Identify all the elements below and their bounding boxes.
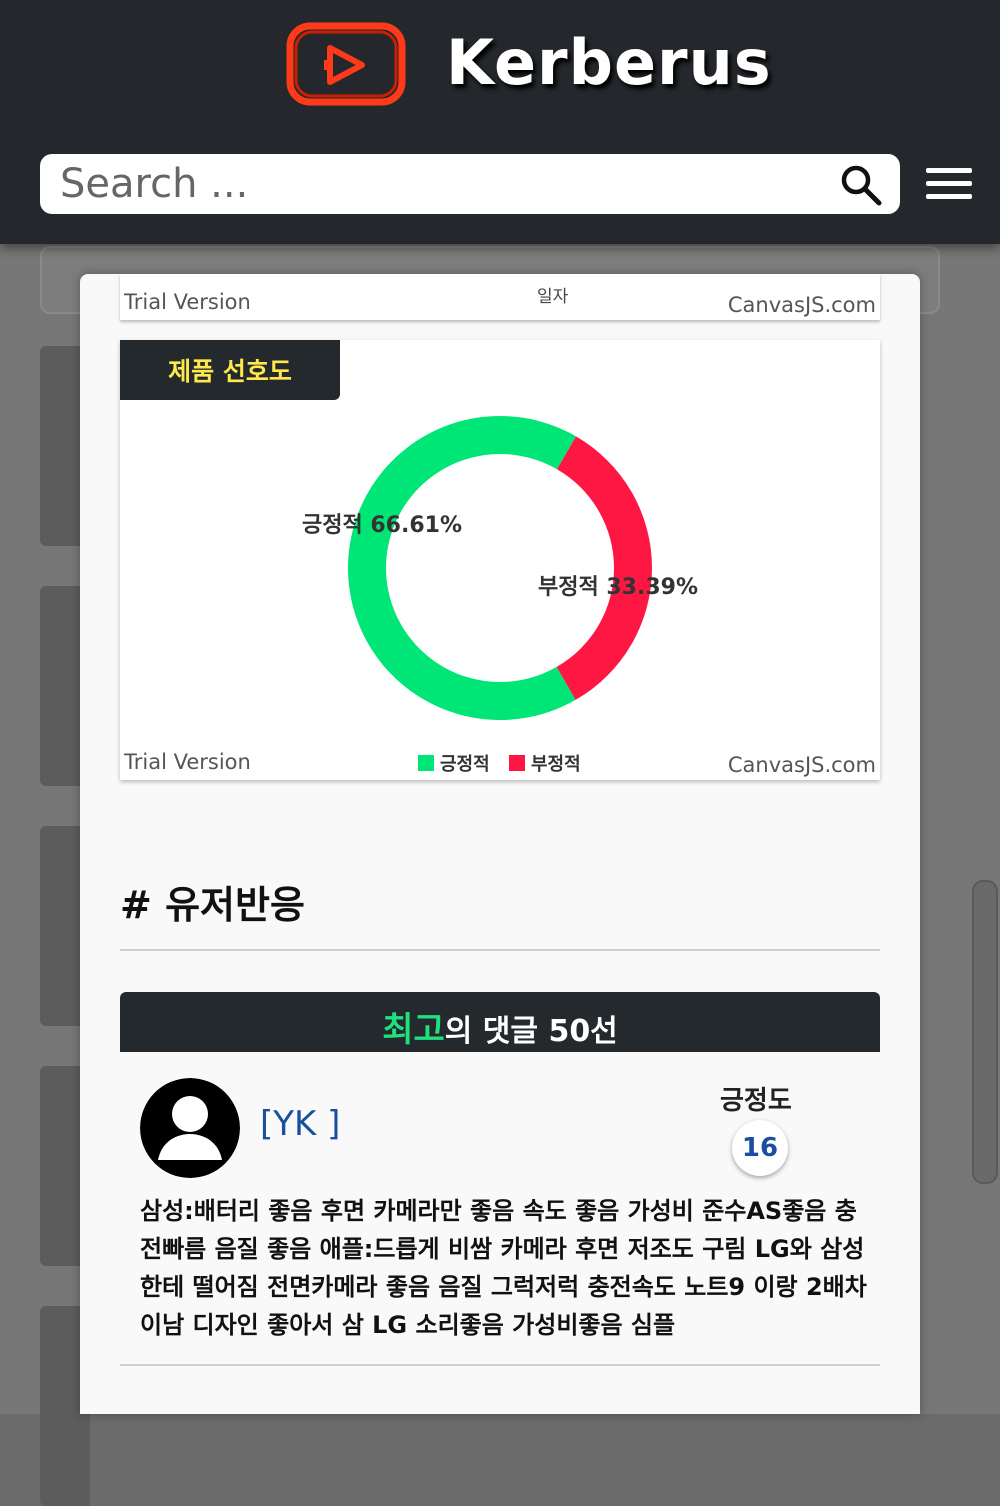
comment-username[interactable]: [YK ]: [260, 1104, 340, 1144]
chart-title: 제품 선호도: [120, 340, 340, 400]
positivity-score-badge: 16: [732, 1120, 788, 1176]
section-divider: [120, 949, 880, 951]
trend-chart-footer: 일자 Trial Version CanvasJS.com: [120, 274, 880, 320]
search-icon[interactable]: [840, 164, 882, 206]
trial-version-label: Trial Version: [124, 750, 251, 774]
slice-positive[interactable]: [348, 415, 576, 720]
product-detail-panel: 일자 Trial Version CanvasJS.com 긍정적 66.61%…: [80, 274, 920, 1414]
section-title: # 유저반응: [120, 883, 305, 927]
doughnut-chart[interactable]: 긍정적 66.61% 부정적 33.39%: [120, 340, 880, 740]
slice-negative[interactable]: [556, 436, 652, 700]
search-input[interactable]: [60, 158, 820, 210]
avatar: [140, 1078, 240, 1178]
legend-label: 부정적: [531, 754, 581, 775]
brand-logo-icon[interactable]: [286, 20, 406, 108]
user-avatar-icon: [140, 1078, 240, 1178]
hamburger-menu-icon[interactable]: [926, 166, 974, 202]
legend-swatch-positive: [418, 755, 434, 771]
comment-text: 삼성:배터리 좋음 후면 카메라만 좋음 속도 좋음 가성비 준수AS좋음 충전…: [140, 1197, 867, 1339]
trial-version-label: Trial Version: [124, 290, 251, 314]
slice-label-negative: 부정적 33.39%: [538, 575, 698, 600]
brand-name: Kerberus: [446, 26, 772, 99]
comment-divider: [120, 1364, 880, 1366]
positivity-label: 긍정도: [720, 1086, 792, 1116]
header-rest: 의 댓글 50선: [444, 1014, 618, 1049]
slice-label-positive: 긍정적 66.61%: [302, 513, 462, 538]
legend-item-positive[interactable]: 긍정적: [418, 750, 490, 776]
best-comments-header: 최고의 댓글 50선: [120, 992, 880, 1052]
legend-item-negative[interactable]: 부정적: [509, 750, 581, 776]
legend-label: 긍정적: [440, 754, 490, 775]
app-header: Kerberus: [0, 0, 1000, 244]
search-bar: [40, 154, 900, 214]
preference-chart: 긍정적 66.61% 부정적 33.39% 제품 선호도 긍정적 부정적 Tria…: [120, 340, 880, 780]
x-axis-title: 일자: [537, 287, 569, 307]
canvasjs-credit-link[interactable]: CanvasJS.com: [728, 293, 876, 317]
legend-swatch-negative: [509, 755, 525, 771]
canvasjs-credit-link[interactable]: CanvasJS.com: [728, 753, 876, 777]
scrollbar-thumb[interactable]: [972, 880, 998, 1184]
header-highlight: 최고: [382, 1010, 445, 1050]
